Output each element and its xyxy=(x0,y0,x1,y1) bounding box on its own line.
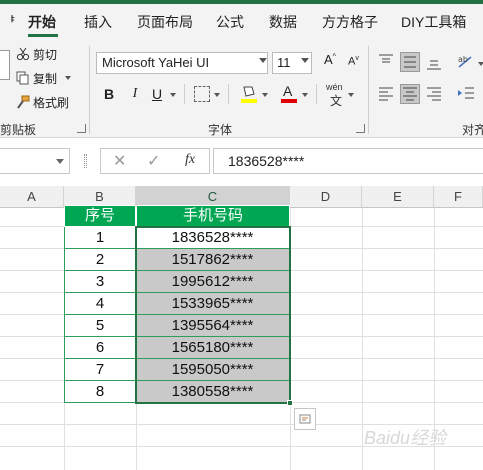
tab-fangfanggezi[interactable]: 方方格子 xyxy=(322,12,378,32)
copy-button[interactable]: 复制 xyxy=(16,68,72,88)
font-dialog-launcher-icon[interactable] xyxy=(356,124,365,133)
brush-icon xyxy=(17,95,30,109)
cell-index[interactable]: 7 xyxy=(64,359,136,381)
format-painter-label: 格式刷 xyxy=(33,95,70,110)
tab-formulas[interactable]: 公式 xyxy=(216,12,244,32)
name-box-dropdown-icon[interactable] xyxy=(56,159,64,164)
formula-bar: ✕ ✓ fx 1836528**** xyxy=(0,138,483,184)
column-header-f[interactable]: F xyxy=(434,186,483,208)
divider xyxy=(89,46,90,134)
font-name-dropdown-icon[interactable] xyxy=(259,58,267,63)
cell-index[interactable]: 1 xyxy=(64,227,136,249)
font-color-dropdown-icon[interactable] xyxy=(302,93,308,97)
tab-insert[interactable]: 插入 xyxy=(84,12,112,32)
format-painter-button[interactable]: 格式刷 xyxy=(16,92,69,112)
cell-phone[interactable]: 1595050**** xyxy=(136,359,290,381)
ribbon: 剪切 复制 格式刷 剪贴板 Microsoft YaHei UI 11 A^ A… xyxy=(0,38,483,138)
clipboard-group-label: 剪贴板 xyxy=(0,123,37,137)
column-header-a[interactable]: A xyxy=(0,186,64,208)
bold-button[interactable]: B xyxy=(100,84,118,104)
font-size-dropdown-icon[interactable] xyxy=(301,58,309,63)
divider xyxy=(228,84,229,104)
middle-align-icon[interactable] xyxy=(400,52,420,72)
top-align-icon[interactable] xyxy=(376,52,396,72)
cell-phone[interactable]: 1380558**** xyxy=(136,381,290,403)
cell-index[interactable]: 6 xyxy=(64,337,136,359)
fill-color-dropdown-icon[interactable] xyxy=(262,93,268,97)
paste-icon[interactable] xyxy=(0,50,10,80)
copy-label: 复制 xyxy=(33,71,58,86)
active-tab-indicator xyxy=(28,34,58,37)
ribbon-tabs: ᅣ 开始 插入 页面布局 公式 数据 方方格子 DIY工具箱 xyxy=(0,4,483,38)
decrease-font-icon[interactable]: Av xyxy=(348,55,359,68)
column-header-d[interactable]: D xyxy=(290,186,362,208)
resize-grip-icon[interactable] xyxy=(84,154,87,168)
orientation-dropdown-icon[interactable] xyxy=(478,62,483,66)
divider xyxy=(184,84,185,104)
indent-icon[interactable] xyxy=(456,84,476,104)
scissors-icon xyxy=(16,47,30,61)
font-color-icon[interactable]: A xyxy=(280,83,298,104)
font-group-label: 字体 xyxy=(208,123,233,137)
tab-page-layout[interactable]: 页面布局 xyxy=(137,12,193,32)
enter-icon[interactable]: ✓ xyxy=(147,151,160,171)
quick-analysis-icon xyxy=(299,414,311,424)
underline-dropdown-icon[interactable] xyxy=(170,93,176,97)
tab-data[interactable]: 数据 xyxy=(269,12,297,32)
cell-index[interactable]: 2 xyxy=(64,249,136,271)
font-name-select[interactable]: Microsoft YaHei UI xyxy=(96,52,268,74)
header-cell-phone[interactable]: 手机号码 xyxy=(136,205,290,227)
tab-home[interactable]: 开始 xyxy=(28,12,56,32)
cell-phone-active[interactable]: 1836528**** xyxy=(136,227,290,249)
fill-color-icon[interactable] xyxy=(240,84,258,107)
cut-label: 剪切 xyxy=(33,47,58,62)
phonetic-dropdown-icon[interactable] xyxy=(348,93,354,97)
italic-button[interactable]: I xyxy=(126,84,144,104)
cell-phone[interactable]: 1395564**** xyxy=(136,315,290,337)
column-header-e[interactable]: E xyxy=(362,186,434,208)
cut-button[interactable]: 剪切 xyxy=(16,44,57,64)
borders-dropdown-icon[interactable] xyxy=(214,93,220,97)
align-left-icon[interactable] xyxy=(376,84,396,104)
cell-phone[interactable]: 1533965**** xyxy=(136,293,290,315)
divider xyxy=(368,46,369,134)
cell-index[interactable]: 5 xyxy=(64,315,136,337)
cell-phone[interactable]: 1565180**** xyxy=(136,337,290,359)
underline-button[interactable]: U xyxy=(148,84,166,104)
tab-diy-toolbox[interactable]: DIY工具箱 xyxy=(401,12,466,32)
orientation-icon[interactable]: ab xyxy=(456,52,476,72)
fill-handle[interactable] xyxy=(287,400,293,406)
cell-index[interactable]: 3 xyxy=(64,271,136,293)
borders-icon[interactable] xyxy=(194,86,210,102)
bottom-align-icon[interactable] xyxy=(424,52,444,72)
cell-index[interactable]: 4 xyxy=(64,293,136,315)
font-size-select[interactable]: 11 xyxy=(272,52,312,74)
insert-function-icon[interactable]: fx xyxy=(185,152,195,168)
divider xyxy=(316,84,317,104)
formula-input[interactable]: 1836528**** xyxy=(213,148,483,174)
phonetic-glyph: 文 xyxy=(330,94,343,108)
formula-buttons: ✕ ✓ fx xyxy=(100,148,210,174)
tab-file-cutoff[interactable]: ᅣ xyxy=(2,12,15,32)
header-cell-index[interactable]: 序号 xyxy=(64,205,136,227)
quick-analysis-button[interactable] xyxy=(294,408,316,430)
copy-dropdown-icon[interactable] xyxy=(65,76,72,80)
cell-phone[interactable]: 1995612**** xyxy=(136,271,290,293)
clipboard-dialog-launcher-icon[interactable] xyxy=(77,124,86,133)
align-center-icon[interactable] xyxy=(400,84,420,104)
watermark: Baidu经验 xyxy=(364,428,447,448)
cancel-icon[interactable]: ✕ xyxy=(113,151,126,171)
alignment-group-label: 对齐 xyxy=(462,123,483,137)
align-right-icon[interactable] xyxy=(424,84,444,104)
cell-index[interactable]: 8 xyxy=(64,381,136,403)
svg-text:ab: ab xyxy=(458,55,468,64)
phonetic-guide-icon[interactable]: wén xyxy=(326,82,343,92)
increase-font-icon[interactable]: A^ xyxy=(324,52,336,67)
cell-phone[interactable]: 1517862**** xyxy=(136,249,290,271)
copy-icon xyxy=(16,71,29,85)
